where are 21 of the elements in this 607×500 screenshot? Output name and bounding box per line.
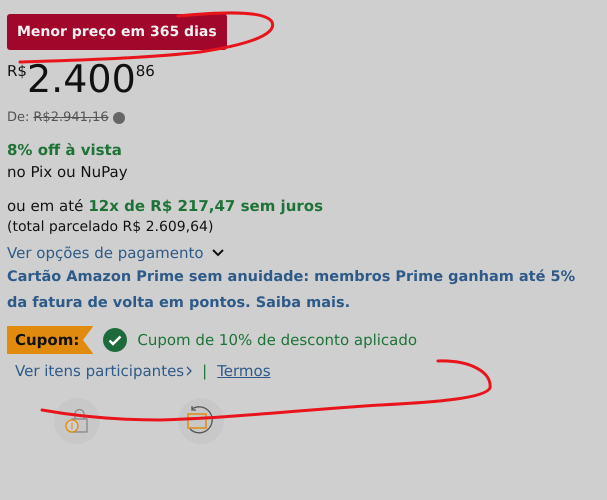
installment-offer: 12x de R$ 217,47 sem juros [88, 197, 323, 215]
discount-detail: no Pix ou NuPay [7, 163, 129, 181]
installment-prefix: ou em até [7, 197, 84, 215]
promo-link[interactable]: Cartão Amazon Prime sem anuidade: membros Prime ganham até 5% da fatura de volta em pontos. Saiba mais. [7, 264, 599, 316]
separator: | [202, 362, 208, 380]
coupon-message: Cupom de 10% de desconto aplicado [137, 331, 418, 349]
list-price-label: De: [7, 110, 30, 125]
participating-items-link[interactable]: Ver itens participantes [15, 362, 184, 380]
terms-link[interactable]: Termos [217, 362, 271, 380]
discount-headline: 8% off à vista [7, 141, 123, 159]
currency-symbol: R$ [7, 62, 27, 80]
lowest-price-badge: Menor preço em 365 dias [7, 14, 227, 50]
price-cents: 86 [136, 62, 155, 80]
info-icon[interactable] [112, 112, 125, 124]
price-whole: 2.400 [26, 58, 136, 100]
chevron-right-icon[interactable] [186, 366, 192, 376]
chevron-down-icon[interactable] [212, 249, 224, 257]
payment-options-link[interactable]: Ver opções de pagamento [7, 244, 204, 262]
list-price: R$2.941,16 [33, 110, 109, 125]
coupon-tag: Cupom: [7, 326, 94, 354]
installment-total: (total parcelado R$ 2.609,64) [7, 219, 214, 235]
